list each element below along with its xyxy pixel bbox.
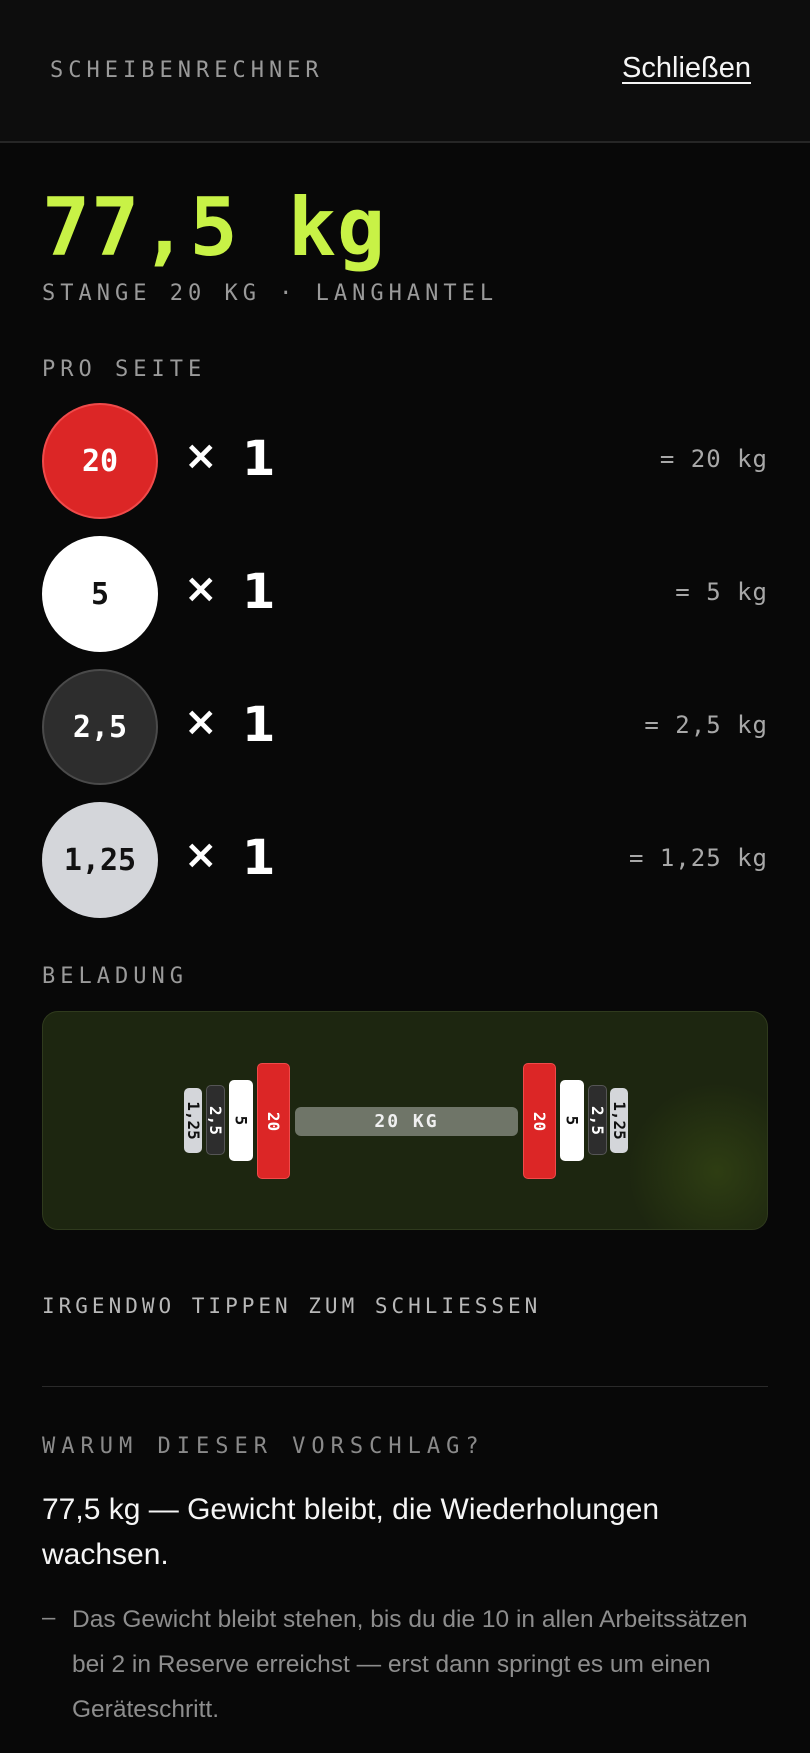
barbell-plate-label: 20 <box>529 1111 549 1131</box>
plate-row-5: 5 × 1 = 5 kg <box>42 536 768 652</box>
plate-count: 1 <box>242 830 276 886</box>
plate-weight: 20 <box>81 443 119 479</box>
plate-subtotal: = 20 kg <box>659 445 768 473</box>
why-bullet: Das Gewicht bleibt stehen, bis du die 10… <box>72 1606 748 1723</box>
bullet-marker: – <box>42 1604 56 1631</box>
per-side-label: PRO SEITE <box>42 357 207 382</box>
barbell-plate-right-1-25: 1,25 <box>609 1088 629 1153</box>
barbell-diagram: 1,25 2,5 5 20 20 KG 20 5 2,5 1,25 <box>42 1011 768 1230</box>
plate-row-1-25: 1,25 × 1 = 1,25 kg <box>42 802 768 918</box>
barbell-plate-left-2-5: 2,5 <box>206 1085 225 1155</box>
plate-weight: 5 <box>90 576 110 612</box>
barbell-plate-left-20: 20 <box>257 1063 290 1179</box>
why-label: WARUM DIESER VORSCHLAG? <box>42 1434 485 1459</box>
plate-1-25-icon: 1,25 <box>42 802 158 918</box>
plate-2-5-icon: 2,5 <box>42 669 158 785</box>
barbell-plate-left-1-25: 1,25 <box>183 1088 203 1153</box>
glow-decoration <box>627 1082 767 1229</box>
close-button[interactable]: Schließen <box>622 52 751 85</box>
multiply-icon: × <box>184 699 218 745</box>
plate-count: 1 <box>242 697 276 753</box>
why-headline: 77,5 kg — Gewicht bleibt, die Wiederholu… <box>42 1493 660 1571</box>
plate-weight: 1,25 <box>63 842 137 878</box>
plate-row-2-5: 2,5 × 1 = 2,5 kg <box>42 669 768 785</box>
barbell-plate-label: 2,5 <box>206 1105 225 1135</box>
plate-5-icon: 5 <box>42 536 158 652</box>
barbell-plate-right-2-5: 2,5 <box>588 1085 607 1155</box>
barbell-plate-label: 2,5 <box>588 1105 607 1135</box>
page-title: SCHEIBENRECHNER <box>50 58 324 83</box>
plate-subtotal: = 2,5 kg <box>644 711 768 739</box>
barbell-plate-left-5: 5 <box>229 1080 253 1161</box>
plate-subtotal: = 5 kg <box>675 578 768 606</box>
multiply-icon: × <box>184 832 218 878</box>
plate-count: 1 <box>242 564 276 620</box>
barbell-plate-label: 20 <box>263 1111 283 1131</box>
barbell-plate-right-20: 20 <box>523 1063 556 1179</box>
loading-label: BELADUNG <box>42 964 188 989</box>
top-bar: SCHEIBENRECHNER Schließen <box>0 0 810 143</box>
divider <box>42 1386 768 1387</box>
barbell-plate-label: 1,25 <box>183 1101 203 1140</box>
barbell-plate-label: 1,25 <box>609 1101 629 1140</box>
barbell-plate-label: 5 <box>231 1115 251 1126</box>
multiply-icon: × <box>184 433 218 479</box>
multiply-icon: × <box>184 566 218 612</box>
plate-count: 1 <box>242 431 276 487</box>
plate-20-icon: 20 <box>42 403 158 519</box>
plate-weight: 2,5 <box>72 709 128 745</box>
barbell-plate-label: 5 <box>562 1115 582 1126</box>
barbell-plate-right-5: 5 <box>560 1080 584 1161</box>
barbell-bar: 20 KG <box>295 1107 518 1136</box>
plate-row-20: 20 × 1 = 20 kg <box>42 403 768 519</box>
bar-info: STANGE 20 KG · LANGHANTEL <box>42 281 499 306</box>
tap-to-close-hint[interactable]: IRGENDWO TIPPEN ZUM SCHLIESSEN <box>42 1294 541 1318</box>
plate-subtotal: = 1,25 kg <box>628 844 768 872</box>
total-weight: 77,5 kg <box>42 181 387 274</box>
